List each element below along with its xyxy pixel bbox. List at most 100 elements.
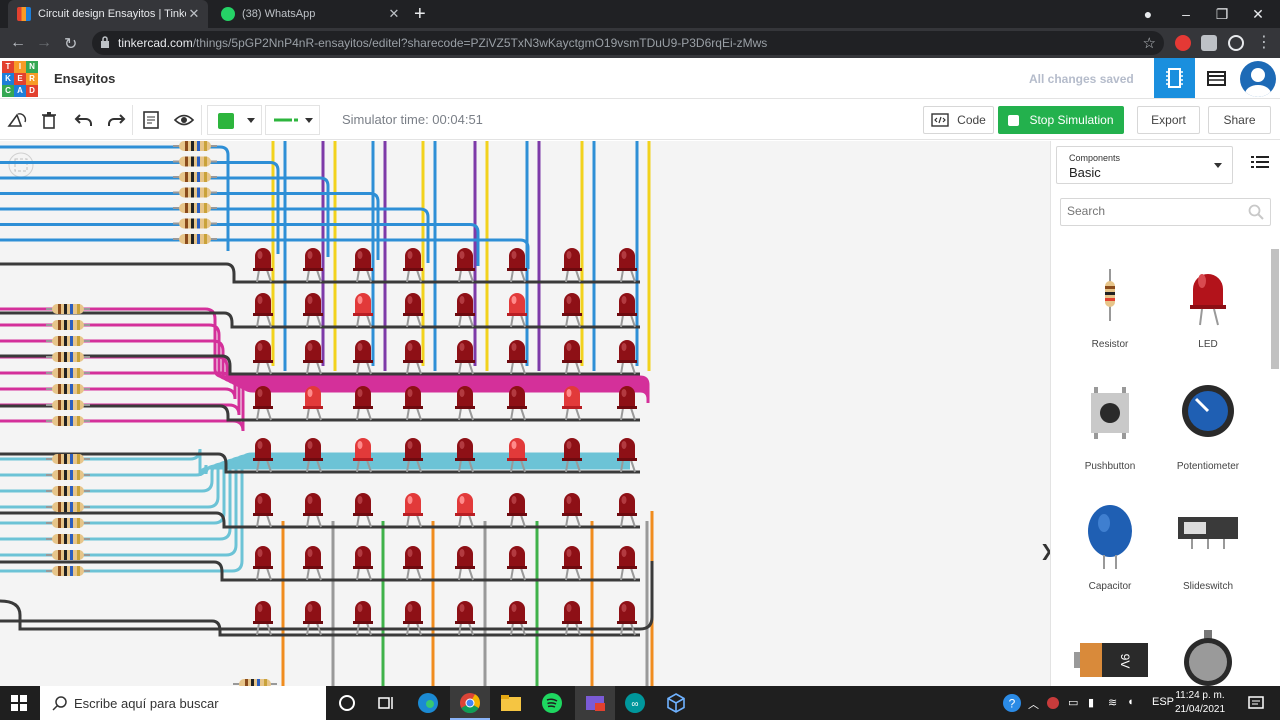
led[interactable] [507, 340, 527, 375]
led[interactable] [455, 248, 475, 283]
schematic-view-button[interactable] [1196, 58, 1237, 98]
component-battery-9v[interactable]: 9V [1061, 625, 1159, 686]
menu-kebab-icon[interactable]: ⋮ [1256, 32, 1272, 52]
reload-icon[interactable]: ↻ [64, 34, 77, 54]
led[interactable] [455, 546, 475, 581]
visibility-icon[interactable] [173, 109, 195, 131]
cortana-icon[interactable] [335, 691, 359, 715]
windows-start-icon[interactable] [11, 695, 27, 711]
resistor[interactable] [173, 218, 217, 229]
code-button[interactable]: Code [923, 106, 994, 134]
zoom-fit-icon[interactable] [8, 152, 34, 178]
resistor[interactable] [173, 156, 217, 167]
component-led[interactable]: LED [1159, 259, 1257, 371]
back-icon[interactable]: ← [10, 34, 26, 52]
extension-shield-icon[interactable] [1175, 35, 1191, 51]
project-name[interactable]: Ensayitos [54, 71, 115, 86]
chrome-taskbar-active[interactable] [450, 686, 490, 720]
close-tab-icon[interactable]: ✕ [386, 6, 402, 22]
tinkercad-logo[interactable]: TINKERCAD [2, 61, 38, 97]
led[interactable] [562, 248, 582, 283]
led[interactable] [562, 293, 582, 328]
address-bar[interactable]: tinkercad.com/things/5pGP2NnP4nR-ensayit… [92, 31, 1164, 55]
volume-tray-icon[interactable]: ◖ [1127, 696, 1134, 708]
file-explorer-icon[interactable] [499, 691, 523, 715]
resistor[interactable] [173, 141, 217, 151]
component-slideswitch[interactable]: Slideswitch [1159, 501, 1257, 613]
notes-icon[interactable] [140, 109, 162, 131]
resistor[interactable] [46, 384, 90, 394]
resistor[interactable] [46, 416, 90, 426]
led[interactable] [303, 546, 323, 581]
notifications-icon[interactable] [1244, 691, 1268, 715]
taskbar-clock[interactable]: 11:24 p. m. 21/04/2021 [1170, 689, 1230, 717]
led[interactable] [303, 493, 323, 528]
led[interactable] [253, 293, 273, 328]
wire-type-select[interactable] [265, 105, 320, 135]
resistor[interactable] [173, 234, 217, 244]
extensions-puzzle-icon[interactable] [1201, 35, 1217, 51]
led[interactable] [617, 293, 637, 328]
led[interactable] [353, 546, 373, 581]
arduino-icon[interactable]: ∞ [623, 691, 647, 715]
minimize-icon[interactable]: – [1166, 0, 1206, 28]
resistor[interactable] [46, 486, 90, 496]
led[interactable] [353, 493, 373, 528]
profile-dot-icon[interactable]: ● [1128, 0, 1168, 28]
photos-taskbar-item[interactable] [575, 686, 615, 720]
security-tray-icon[interactable] [1047, 697, 1059, 709]
tab-whatsapp[interactable]: (38) WhatsApp ✕ [212, 0, 408, 28]
spotify-icon[interactable] [540, 691, 564, 715]
led[interactable] [403, 546, 423, 581]
led[interactable] [455, 386, 475, 421]
search-input[interactable] [1067, 204, 1237, 218]
led[interactable] [507, 248, 527, 283]
component-pushbutton[interactable]: Pushbutton [1061, 381, 1159, 493]
led[interactable] [253, 248, 273, 283]
user-avatar[interactable] [1240, 61, 1276, 97]
led[interactable] [253, 493, 273, 528]
resistor[interactable] [46, 550, 90, 560]
led[interactable] [617, 546, 637, 581]
scrollbar[interactable] [1269, 241, 1279, 686]
collapse-panel-icon[interactable]: ❯ [1040, 541, 1050, 561]
maximize-icon[interactable]: ❐ [1202, 0, 1242, 28]
led[interactable] [617, 340, 637, 375]
scrollbar-thumb[interactable] [1271, 249, 1279, 369]
help-icon[interactable]: ? [1000, 691, 1024, 715]
taskbar-search[interactable]: Escribe aquí para buscar [40, 686, 326, 720]
led[interactable] [455, 293, 475, 328]
wire-color-select[interactable] [207, 105, 262, 135]
resistor[interactable] [46, 502, 90, 512]
sync-icon[interactable] [1228, 35, 1244, 51]
new-tab-icon[interactable]: + [414, 3, 426, 26]
edge-icon[interactable] [416, 691, 440, 715]
undo-icon[interactable] [73, 109, 95, 131]
component-potentiometer[interactable]: Potentiometer [1159, 381, 1257, 493]
battery-tray-icon[interactable]: ▮ [1088, 696, 1094, 709]
components-search[interactable] [1060, 198, 1271, 226]
resistor[interactable] [233, 679, 277, 686]
led[interactable] [253, 546, 273, 581]
resistor[interactable] [46, 368, 90, 378]
led[interactable] [617, 248, 637, 283]
resistor[interactable] [46, 566, 90, 576]
resistor[interactable] [46, 352, 90, 362]
led[interactable] [507, 386, 527, 421]
bookmark-star-icon[interactable]: ☆ [1143, 34, 1156, 52]
component-coin-cell-battery[interactable] [1159, 625, 1257, 686]
led[interactable] [353, 248, 373, 283]
rotate-icon[interactable] [6, 109, 28, 131]
resistor[interactable] [46, 534, 90, 544]
resistor[interactable] [46, 320, 90, 330]
led[interactable] [253, 386, 273, 421]
led[interactable] [617, 493, 637, 528]
led-lit[interactable] [562, 386, 582, 421]
led[interactable] [353, 340, 373, 375]
circuit-board[interactable] [0, 141, 1050, 686]
led[interactable] [617, 386, 637, 421]
network-tray-icon[interactable]: ▭ [1068, 696, 1078, 709]
forward-icon[interactable]: → [36, 34, 52, 52]
led-lit[interactable] [303, 386, 323, 421]
resistor[interactable] [46, 400, 90, 410]
